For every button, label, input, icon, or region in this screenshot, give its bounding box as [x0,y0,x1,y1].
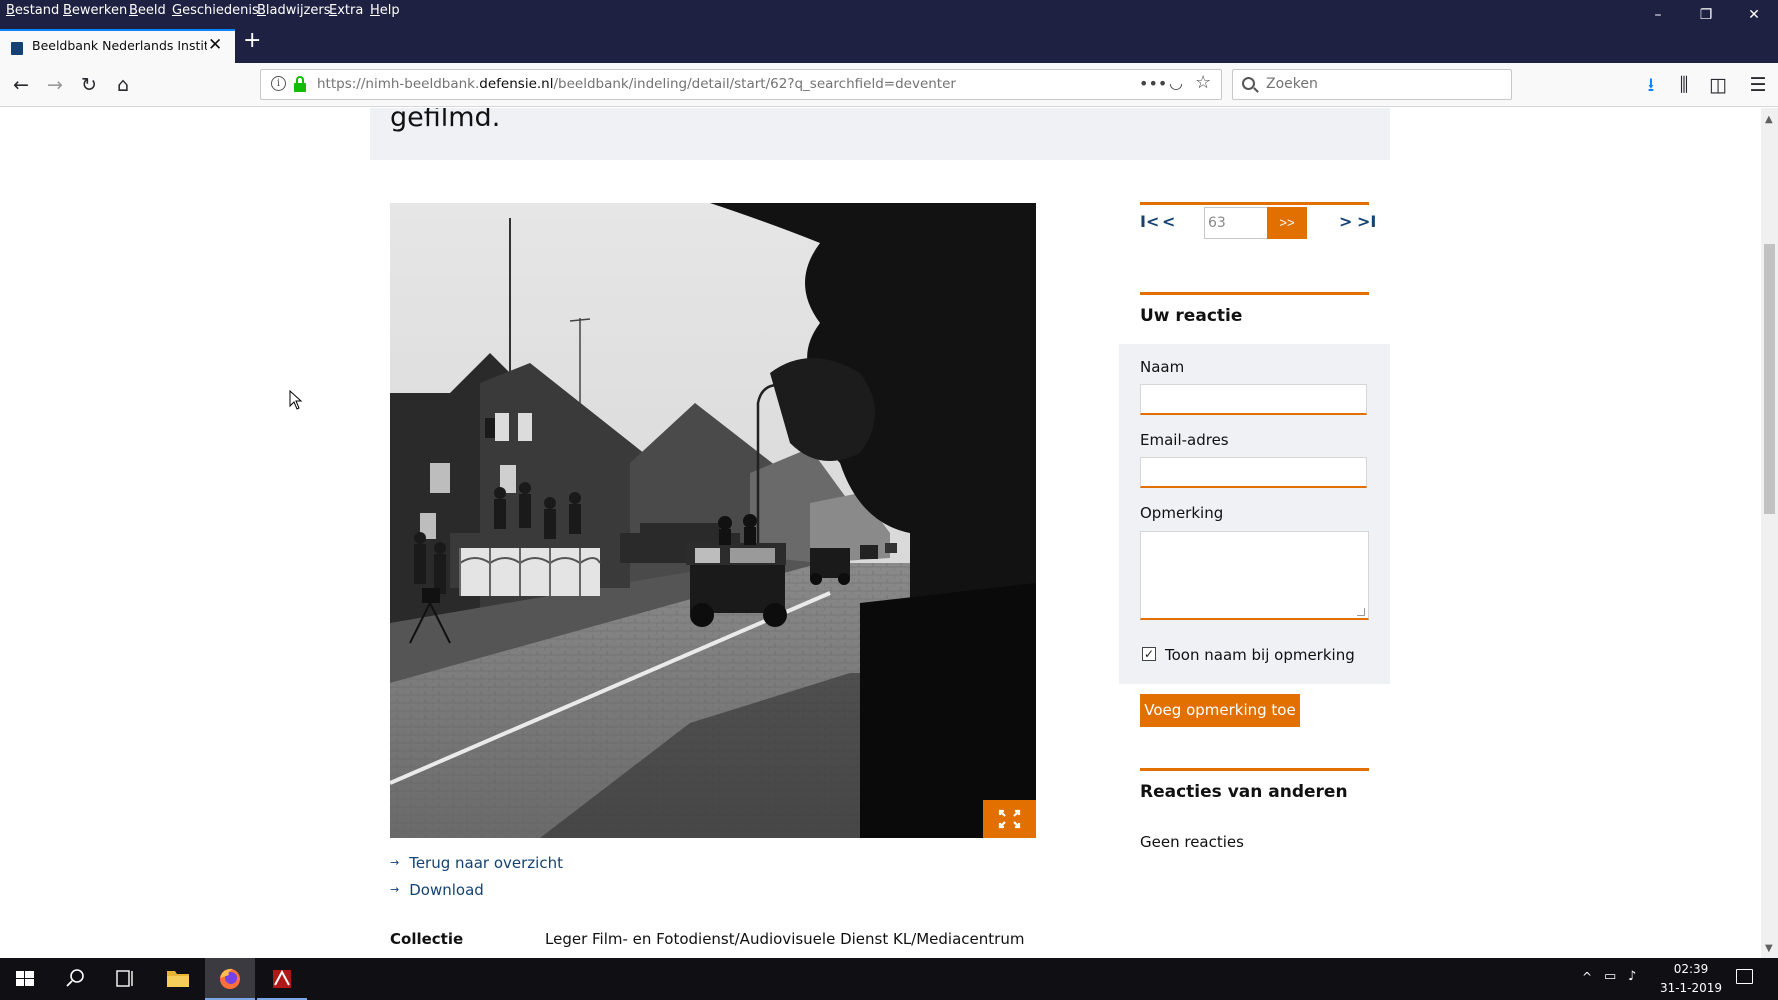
clock-time[interactable]: 02:39 [1667,962,1715,976]
no-reactions-text: Geen reacties [1140,833,1244,851]
first-page-button[interactable]: I< [1140,212,1159,231]
page-number-input[interactable] [1204,207,1268,239]
show-name-label: Toon naam bij opmerking [1165,646,1355,664]
collection-label: Collectie [390,930,464,948]
library-icon[interactable]: ⫼ [1671,72,1697,98]
mouse-cursor-icon [289,390,303,410]
back-to-overview-link[interactable]: → Terug naar overzicht [390,854,563,872]
windows-logo-icon [16,971,34,986]
divider [1140,768,1369,771]
resize-grip-icon[interactable] [1357,608,1365,616]
sidebar-icon[interactable]: ◫ [1705,72,1731,98]
firefox-taskbar-button[interactable] [205,958,255,1000]
tray-chevron-icon[interactable]: ^ [1582,970,1592,984]
arrow-right-icon: → [390,856,400,869]
divider [1140,292,1369,295]
home-icon[interactable]: ⌂ [110,72,136,98]
start-button[interactable] [0,958,50,1000]
search-taskbar-button[interactable] [50,958,100,1000]
file-explorer-button[interactable] [153,958,203,1000]
go-to-page-button[interactable]: >> [1267,207,1307,239]
menu-help[interactable]: Help [370,3,400,18]
add-remark-button[interactable]: Voeg opmerking toe [1140,694,1300,727]
menu-bewerken[interactable]: Bewerken [63,3,127,18]
menu-beeld[interactable]: Beeld [129,3,166,18]
clock-date[interactable]: 31-1-2019 [1653,981,1729,995]
downloads-icon[interactable]: ⭳ [1638,72,1664,98]
remark-label: Opmerking [1140,504,1224,522]
back-icon[interactable]: ← [8,72,34,98]
show-name-checkbox[interactable]: ✓ [1142,647,1156,661]
reaction-heading: Uw reactie [1140,306,1243,326]
url-text[interactable]: https://nimh-beeldbank.defensie.nl/beeld… [317,76,956,92]
tab-beeldbank[interactable]: Beeldbank Nederlands Instituut ✕ [0,29,235,63]
close-tab-icon[interactable]: ✕ [208,35,222,55]
menu-bestand[interactable]: Bestand [6,3,59,18]
address-bar[interactable]: i https://nimh-beeldbank.defensie.nl/bee… [260,69,1222,100]
detail-photo[interactable] [390,203,1036,838]
lock-icon[interactable] [293,76,307,92]
email-field[interactable] [1140,457,1367,488]
search-icon [1242,77,1255,90]
download-link[interactable]: → Download [390,881,484,899]
hamburger-menu-icon[interactable]: ☰ [1745,72,1771,98]
last-page-button[interactable]: >I [1357,212,1376,231]
app-taskbar-button[interactable] [257,958,307,1000]
network-icon[interactable]: ▭ [1604,969,1616,984]
expand-icon [998,809,1021,829]
favicon-icon [11,42,23,55]
navigation-toolbar: ← → ↻ ⌂ i https://nimh-beeldbank.defensi… [0,63,1778,107]
menu-geschiedenis[interactable]: Geschiedenis [172,3,259,18]
vertical-scrollbar[interactable]: ▲ ▼ [1761,108,1778,958]
new-tab-button[interactable]: + [243,28,261,53]
search-input[interactable]: Zoeken [1232,69,1512,100]
magnifier-icon [66,969,84,987]
next-page-button[interactable]: > [1339,212,1352,231]
remark-textarea[interactable] [1140,531,1369,620]
menu-bar: Bestand Bewerken Beeld Geschiedenis Blad… [0,0,1778,23]
folder-icon [167,971,189,987]
windows-taskbar: ^ ▭ ♪ 02:39 31-1-2019 [0,958,1778,1000]
menu-bladwijzers[interactable]: Bladwijzers [257,3,331,18]
page-content: gefilmd. → Terug naar overzicht → Downlo… [0,108,1761,958]
name-label: Naam [1140,358,1185,376]
reload-icon[interactable]: ↻ [76,72,102,98]
tab-title: Beeldbank Nederlands Instituut [32,38,207,53]
search-placeholder: Zoeken [1266,76,1318,92]
volume-icon[interactable]: ♪ [1628,969,1636,984]
pocket-icon[interactable]: ◡ [1169,73,1183,92]
prev-page-button[interactable]: < [1162,212,1175,231]
email-label: Email-adres [1140,431,1229,449]
others-heading: Reacties van anderen [1140,782,1348,802]
menu-extra[interactable]: Extra [329,3,363,18]
arrow-right-icon: → [390,883,400,896]
tab-bar: Beeldbank Nederlands Instituut ✕ + [0,23,1778,63]
description-banner: gefilmd. [370,108,1390,160]
scroll-down-icon[interactable]: ▼ [1765,943,1773,954]
name-field[interactable] [1140,384,1367,415]
app-icon [273,969,291,988]
fullscreen-button[interactable] [983,800,1036,838]
page-actions-icon[interactable]: ••• [1139,74,1167,93]
task-view-button[interactable] [100,958,150,1000]
pager: I< < >> > >I [1140,204,1376,244]
notification-icon[interactable] [1736,969,1753,984]
collection-value: Leger Film- en Fotodienst/Audiovisuele D… [545,930,1025,948]
info-icon[interactable]: i [271,76,286,91]
firefox-icon [220,968,240,989]
description-text: gefilmd. [390,108,501,133]
task-view-icon [116,970,133,987]
scroll-up-icon[interactable]: ▲ [1765,114,1773,125]
bookmark-star-icon[interactable]: ☆ [1195,72,1211,93]
forward-icon[interactable]: → [42,72,68,98]
scroll-thumb[interactable] [1764,244,1775,514]
